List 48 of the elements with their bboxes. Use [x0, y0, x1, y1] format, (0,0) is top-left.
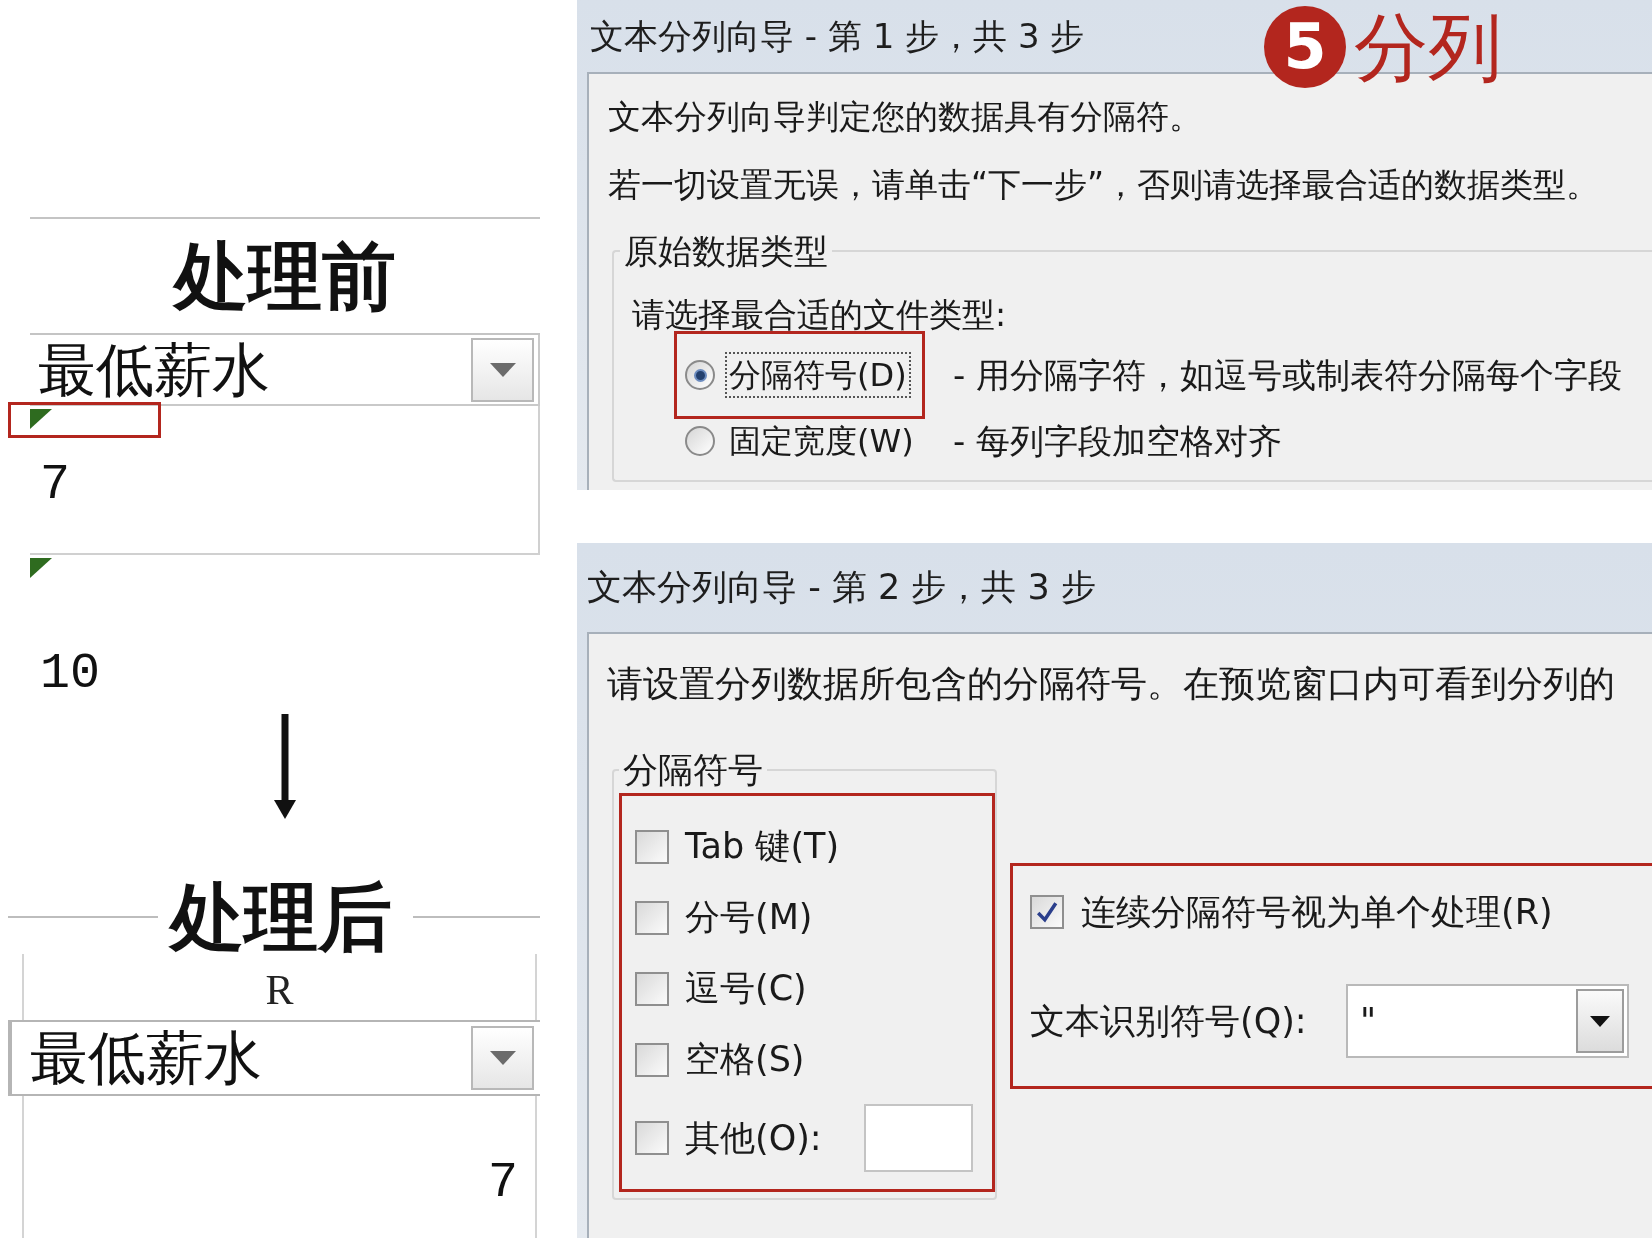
- cell-value: 7: [488, 1158, 518, 1208]
- checkbox-label[interactable]: 逗号(C): [685, 971, 807, 1006]
- checkbox[interactable]: [635, 971, 669, 1006]
- option-description: - 用分隔字符，如逗号或制表符分隔每个字段: [953, 358, 1623, 392]
- instruction-text: 文本分列向导判定您的数据具有分隔符。: [608, 96, 1203, 138]
- input-field[interactable]: [864, 1104, 973, 1172]
- dropdown-arrow-button[interactable]: [1576, 989, 1624, 1053]
- checkbox[interactable]: [635, 829, 669, 864]
- dialog-title: 文本分列向导 - 第 1 步，共 3 步: [590, 19, 1085, 53]
- checkmark-icon: [1036, 901, 1058, 923]
- checkbox[interactable]: [635, 1042, 669, 1077]
- column-header: 最低薪水: [37, 340, 270, 399]
- radio-button[interactable]: [685, 360, 715, 390]
- checkbox[interactable]: [635, 900, 669, 935]
- field-label: 文本识别符号(Q):: [1030, 1003, 1308, 1039]
- instruction-text: 请设置分列数据所包含的分隔符号。在预览窗口内可看到分列的: [607, 662, 1616, 706]
- dropdown-value: ": [1360, 1003, 1378, 1039]
- dropdown-field[interactable]: ": [1346, 984, 1629, 1058]
- checkbox[interactable]: [1030, 895, 1064, 929]
- down-arrow-icon: [273, 714, 297, 819]
- section-title: 处理后: [170, 880, 392, 954]
- instruction-text: 若一切设置无误，请单击“下一步”，否则请选择最合适的数据类型。: [608, 164, 1601, 206]
- checkbox-label[interactable]: 空格(S): [685, 1042, 805, 1077]
- column-header: 最低薪水: [29, 1029, 262, 1087]
- filter-dropdown-button[interactable]: [471, 337, 534, 402]
- option-description: - 每列字段加空格对齐: [953, 424, 1283, 458]
- cell-value: 7: [40, 460, 70, 510]
- checkbox-label[interactable]: 连续分隔符号视为单个处理(R): [1081, 894, 1553, 930]
- caret-icon: [489, 362, 516, 377]
- column-letter: R: [265, 969, 294, 1011]
- caret-icon: [489, 1051, 516, 1065]
- dialog-title: 文本分列向导 - 第 2 步，共 3 步: [587, 570, 1096, 605]
- caret-icon: [1590, 1015, 1610, 1027]
- prompt-text: 请选择最合适的文件类型:: [632, 294, 1008, 336]
- radio-label[interactable]: 固定宽度(W): [725, 418, 918, 464]
- cell-value: 10: [40, 649, 100, 699]
- group-title: 分隔符号: [622, 749, 764, 791]
- step-number-badge: 5: [1264, 6, 1346, 88]
- checkbox-label[interactable]: 其他(O):: [685, 1120, 822, 1156]
- checkbox-label[interactable]: 分号(M): [685, 900, 813, 935]
- radio-label[interactable]: 分隔符号(D): [725, 352, 911, 398]
- radio-button[interactable]: [685, 426, 715, 456]
- filter-dropdown-button[interactable]: [471, 1026, 534, 1090]
- section-title: 处理前: [174, 239, 396, 313]
- checkbox[interactable]: [635, 1121, 669, 1155]
- group-title: 原始数据类型: [623, 231, 829, 271]
- callout-label: 分列: [1354, 10, 1502, 84]
- checkbox-label[interactable]: Tab 键(T): [685, 829, 840, 864]
